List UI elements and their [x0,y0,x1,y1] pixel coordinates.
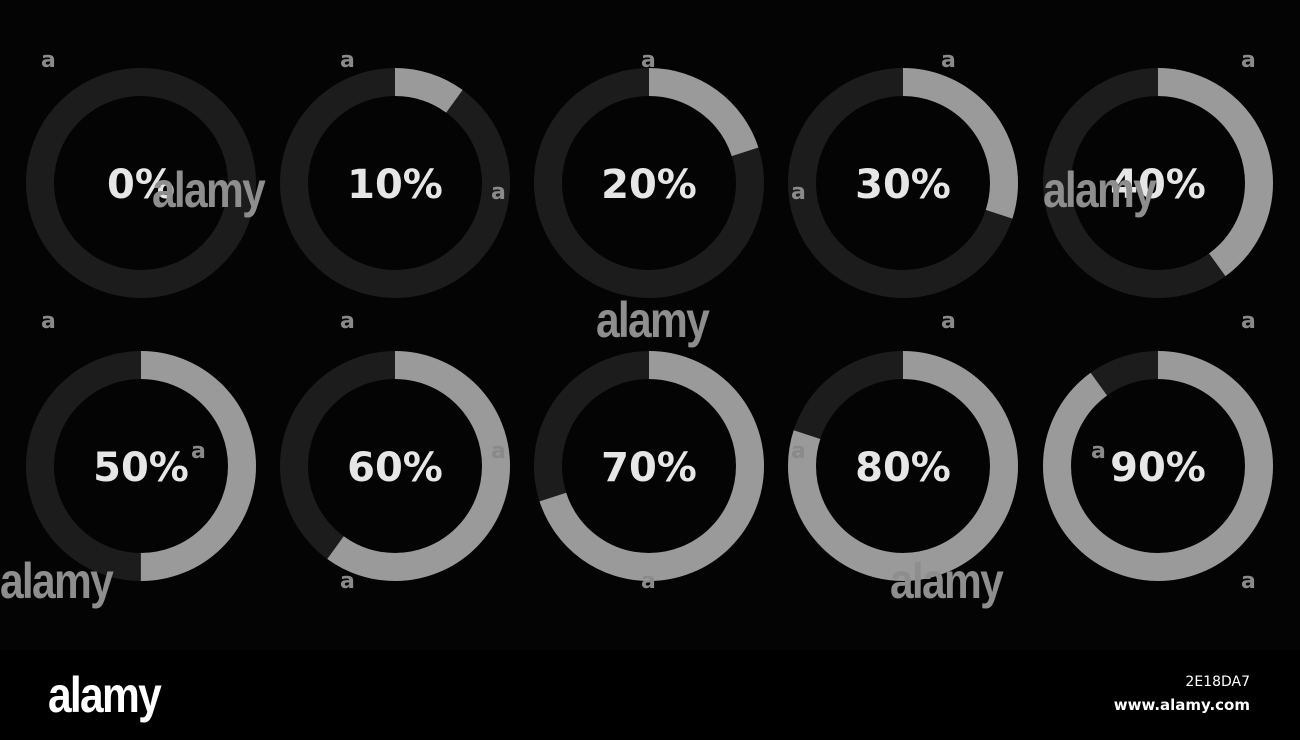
watermark-letter: a [491,439,506,464]
watermark-letter: a [1091,439,1106,464]
site-url: www.alamy.com [1113,696,1250,714]
ring-label-60: 60% [347,445,443,491]
ring-label-10: 10% [347,162,443,208]
ring-label-20: 20% [601,162,697,208]
watermark-letter: a [340,48,355,73]
watermark-letter: a [641,48,656,73]
watermark-letter: a [340,309,355,334]
watermark-word: alamy [0,553,114,609]
watermark-letter: a [791,439,806,464]
alamy-logo: alamy [48,667,162,723]
ring-label-80: 80% [855,445,951,491]
watermark-letter: a [1241,309,1256,334]
watermark-word: alamy [596,292,710,348]
ring-label-70: 70% [601,445,697,491]
watermark-letter: a [791,180,806,205]
watermark-letter: a [41,309,56,334]
watermark-letter: a [1241,48,1256,73]
watermark-footer: alamy 2E18DA7 www.alamy.com [0,650,1300,740]
watermark-letter: a [641,569,656,594]
watermark-letter: a [191,439,206,464]
watermark-word: alamy [890,553,1004,609]
watermark-word: alamy [152,162,266,218]
image-id: 2E18DA7 [1185,674,1250,690]
ring-label-30: 30% [855,162,951,208]
watermark-letter: a [340,569,355,594]
watermark-letter: a [41,48,56,73]
progress-ring-grid: 0% 10% 20% 30% 40% 50% 60% 70% 80% 90% a… [0,0,1300,650]
watermark-word: alamy [1043,162,1157,218]
watermark-letter: a [491,180,506,205]
watermark-letter: a [941,48,956,73]
watermark-letter: a [1241,569,1256,594]
watermark-letter: a [941,309,956,334]
